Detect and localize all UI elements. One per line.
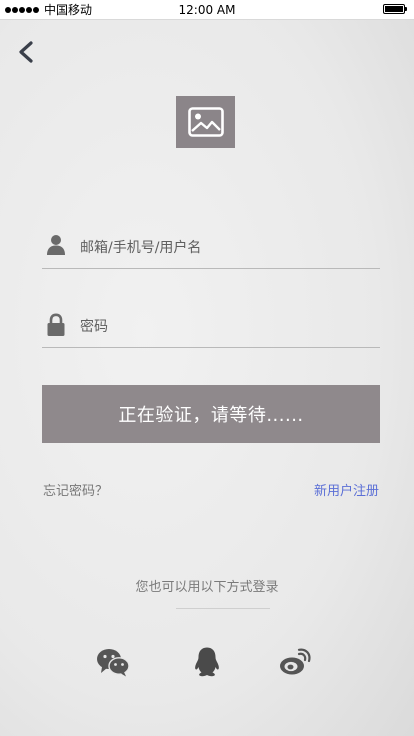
weibo-icon — [280, 648, 311, 675]
qq-icon — [195, 647, 219, 677]
status-time: 12:00 AM — [178, 3, 236, 17]
image-placeholder-icon — [187, 107, 224, 137]
qq-login-button[interactable] — [190, 646, 224, 678]
register-link[interactable]: 新用户注册 — [314, 480, 379, 499]
battery-icon — [383, 4, 407, 14]
battery-level — [385, 6, 403, 12]
forgot-password-link[interactable]: 忘记密码？ — [43, 480, 108, 499]
username-input[interactable] — [80, 235, 370, 261]
lock-icon — [47, 313, 65, 336]
chevron-left-icon — [19, 41, 33, 63]
wechat-icon — [97, 649, 130, 677]
status-bar: 中国移动 12:00 AM — [0, 0, 414, 20]
wechat-login-button[interactable] — [96, 646, 130, 678]
app-logo — [176, 96, 235, 148]
divider — [176, 608, 270, 609]
username-field — [42, 229, 380, 269]
alt-login-label: 您也可以用以下方式登录 — [135, 580, 279, 595]
login-button[interactable]: 正在验证，请等待...... — [42, 385, 380, 443]
weibo-login-button[interactable] — [278, 646, 312, 678]
user-icon — [47, 235, 65, 255]
password-field — [42, 308, 380, 348]
login-screen: 中国移动 12:00 AM 正在验证，请等待.. — [0, 0, 414, 736]
back-button[interactable] — [14, 38, 40, 68]
password-input[interactable] — [80, 314, 370, 340]
